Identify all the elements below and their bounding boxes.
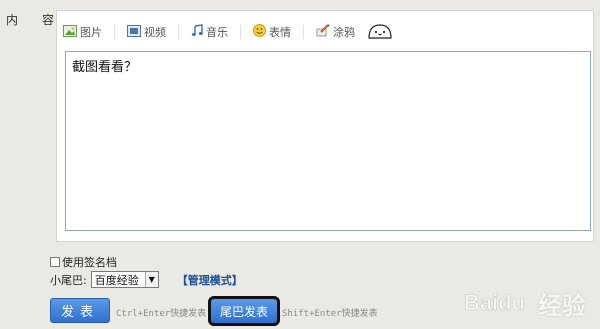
toolbar-divider bbox=[303, 25, 304, 39]
toolbar-divider bbox=[240, 25, 241, 39]
music-icon bbox=[191, 24, 203, 40]
publish-shortcut-hint: Ctrl+Enter快捷发表 bbox=[116, 309, 207, 319]
toolbar-divider bbox=[178, 25, 179, 39]
baidu-paw-icon: Baidu bbox=[464, 288, 534, 319]
emoji-icon bbox=[253, 24, 266, 40]
tail-select[interactable]: 百度经验 ▼ bbox=[90, 271, 159, 288]
tail-row: 小尾巴: 百度经验 ▼ 【管理模式】 bbox=[50, 271, 243, 288]
tail-label: 小尾巴: bbox=[50, 273, 87, 287]
toolbar-picture-label: 图片 bbox=[80, 26, 102, 39]
signature-checkbox[interactable] bbox=[50, 257, 60, 267]
manage-mode-link[interactable]: 【管理模式】 bbox=[177, 272, 243, 288]
toolbar-doodle-label: 涂鸦 bbox=[333, 26, 355, 39]
toolbar-music-label: 音乐 bbox=[206, 26, 228, 39]
toolbar-music-button[interactable]: 音乐 bbox=[191, 24, 228, 40]
baidu-jingyan-watermark: Baidu 经验 bbox=[464, 286, 586, 321]
tail-select-value: 百度经验 bbox=[94, 273, 139, 287]
tail-publish-button[interactable]: 尾巴发表 bbox=[208, 296, 280, 326]
chevron-down-icon[interactable]: ▼ bbox=[144, 272, 158, 287]
doodle-icon bbox=[316, 24, 330, 40]
toolbar-emoji-button[interactable]: 表情 bbox=[253, 24, 291, 40]
watermark-text: 经验 bbox=[538, 292, 586, 320]
picture-icon bbox=[63, 24, 77, 40]
content-label-text: 内 容 bbox=[6, 13, 61, 27]
face-icon bbox=[367, 23, 393, 42]
toolbar-video-button[interactable]: 视频 bbox=[127, 24, 166, 40]
toolbar-doodle-button[interactable]: 涂鸦 bbox=[316, 24, 355, 40]
toolbar-divider bbox=[114, 25, 115, 39]
toolbar-video-label: 视频 bbox=[144, 26, 166, 39]
content-textarea[interactable]: 截图看看？ bbox=[65, 51, 591, 231]
toolbar-emoji-label: 表情 bbox=[269, 26, 291, 39]
tail-publish-shortcut-hint: Shift+Enter快捷发表 bbox=[282, 309, 378, 319]
editor-panel: 图片 视频 音乐 表情 涂鸦 截图看看？ bbox=[56, 10, 594, 242]
signature-row: 使用签名档 bbox=[50, 254, 117, 270]
signature-label: 使用签名档 bbox=[62, 256, 117, 269]
toolbar-face-button[interactable] bbox=[367, 23, 396, 42]
publish-button[interactable]: 发表 bbox=[50, 298, 110, 323]
watermark-brand: Baidu bbox=[464, 290, 525, 315]
video-icon bbox=[127, 24, 141, 40]
editor-toolbar: 图片 视频 音乐 表情 涂鸦 bbox=[63, 21, 408, 43]
toolbar-picture-button[interactable]: 图片 bbox=[63, 24, 102, 40]
